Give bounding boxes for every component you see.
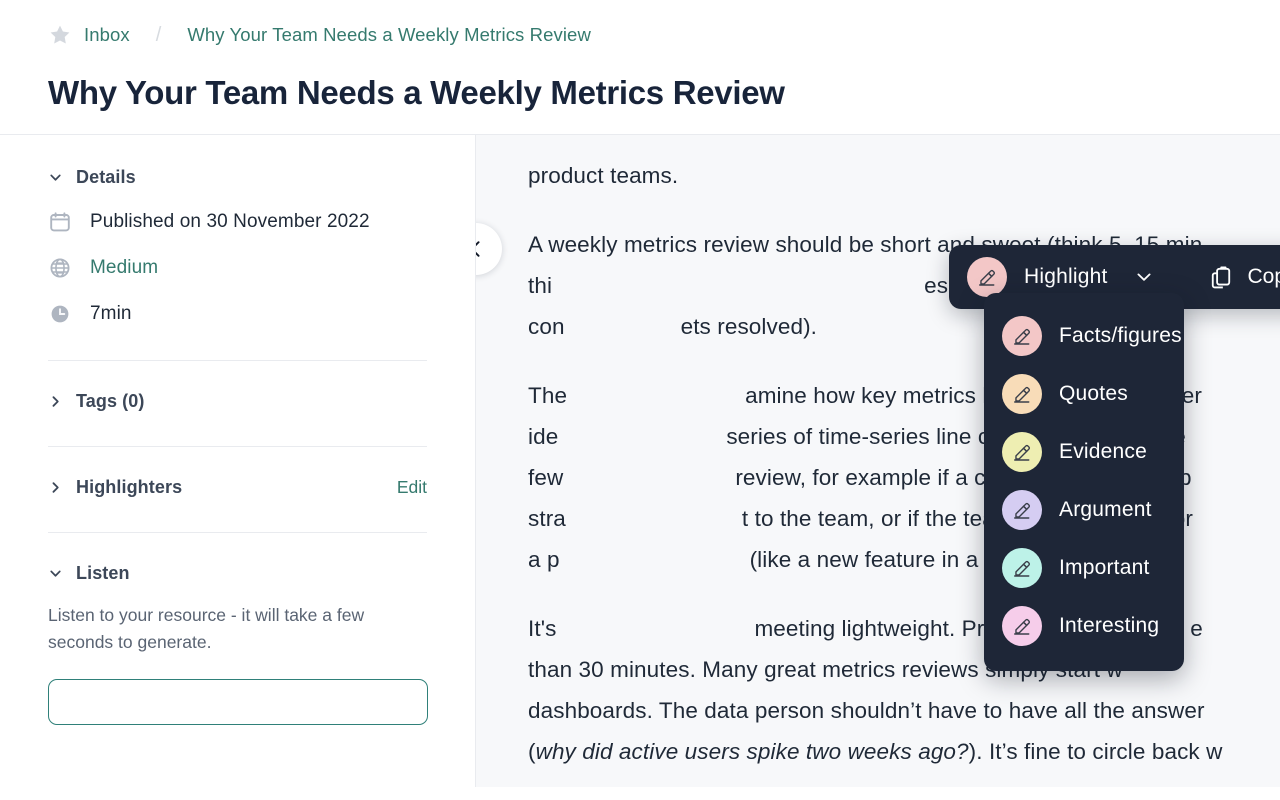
meta-row-source[interactable]: Medium <box>48 256 427 280</box>
read-time: 7min <box>90 302 132 324</box>
globe-icon <box>48 256 72 280</box>
menu-item-label: Quotes <box>1059 381 1128 405</box>
menu-item-label: Facts/figures <box>1059 323 1182 347</box>
chevron-down-icon <box>48 566 63 581</box>
paragraph-emphasis: why did active users spike two weeks ago… <box>535 738 969 764</box>
details-title: Details <box>76 166 136 187</box>
menu-item-label: Important <box>1059 555 1150 579</box>
breadcrumb-current-link[interactable]: Why Your Team Needs a Weekly Metrics Rev… <box>187 24 591 46</box>
collapse-sidebar-button[interactable] <box>476 222 502 275</box>
highlighter-dropdown-menu: Facts/figures Quotes Evidence Argument I… <box>984 292 1184 671</box>
article-paragraph: product teams. <box>528 162 679 188</box>
sidebar-section-listen[interactable]: Listen <box>48 563 427 584</box>
highlighters-edit-link[interactable]: Edit <box>397 477 427 498</box>
article-content: product teams. A weekly metrics review s… <box>476 134 1280 787</box>
paragraph-text: ). It’s fine to circle back w <box>968 738 1223 764</box>
menu-item-evidence[interactable]: Evidence <box>984 423 1184 481</box>
copy-button[interactable]: Copy <box>1208 264 1280 290</box>
text-highlight-pink[interactable]: A weekly metrics review should be short <box>528 230 931 259</box>
clipboard-icon <box>1211 266 1230 289</box>
chevron-down-icon[interactable] <box>1134 267 1154 287</box>
meta-row-published: Published on 30 November 2022 <box>48 210 427 234</box>
menu-item-label: Interesting <box>1059 613 1160 637</box>
page-header: Inbox / Why Your Team Needs a Weekly Met… <box>0 0 1280 135</box>
menu-item-label: Evidence <box>1059 439 1147 463</box>
highlighter-icon <box>1002 315 1042 356</box>
highlighter-icon <box>1002 431 1042 472</box>
paragraph-text: few <box>528 464 564 490</box>
highlighter-icon <box>1002 489 1042 530</box>
highlighters-title: Highlighters <box>76 476 183 497</box>
sidebar-section-tags[interactable]: Tags (0) <box>48 391 427 412</box>
paragraph-text: thi <box>528 272 553 298</box>
menu-item-facts-figures[interactable]: Facts/figures <box>984 307 1184 365</box>
menu-item-important[interactable]: Important <box>984 539 1184 597</box>
menu-item-argument[interactable]: Argument <box>984 481 1184 539</box>
chevron-right-icon <box>48 480 63 495</box>
breadcrumb: Inbox / Why Your Team Needs a Weekly Met… <box>0 18 1280 52</box>
sidebar: Details Published on 30 November 2022 Me… <box>0 134 476 787</box>
copy-label: Copy <box>1247 264 1280 288</box>
paragraph-text: The <box>528 382 568 408</box>
generate-audio-button[interactable] <box>48 679 428 726</box>
chevron-right-icon <box>48 394 63 409</box>
article-paragraph: (why did active users spike two weeks ag… <box>528 738 1223 764</box>
star-icon[interactable] <box>48 23 72 47</box>
body-split: Details Published on 30 November 2022 Me… <box>0 134 1280 787</box>
sidebar-divider-2 <box>48 445 427 447</box>
sidebar-divider-3 <box>48 531 427 533</box>
chevron-down-icon <box>48 170 63 185</box>
menu-item-interesting[interactable]: Interesting <box>984 597 1184 655</box>
source-name[interactable]: Medium <box>90 257 158 279</box>
details-meta-list: Published on 30 November 2022 Medium 7mi… <box>48 210 427 326</box>
breadcrumb-inbox-link[interactable]: Inbox <box>84 24 130 46</box>
listen-title: Listen <box>76 562 130 583</box>
highlight-label: Highlight <box>1024 264 1108 288</box>
calendar-icon <box>48 210 72 234</box>
paragraph-text: It's <box>528 615 557 641</box>
paragraph-text: stra <box>528 505 566 531</box>
meta-row-readtime: 7min <box>48 302 427 326</box>
menu-item-quotes[interactable]: Quotes <box>984 365 1184 423</box>
paragraph-text: a p <box>528 546 560 572</box>
highlighter-icon <box>1002 547 1042 588</box>
article-paragraph: dashboards. The data person shouldn’t ha… <box>528 697 1205 723</box>
sidebar-divider-1 <box>48 359 427 361</box>
listen-description: Listen to your resource - it will take a… <box>48 604 365 652</box>
clock-icon <box>48 302 72 326</box>
chevron-left-icon <box>476 241 480 257</box>
app-root: Inbox / Why Your Team Needs a Weekly Met… <box>0 0 1280 800</box>
highlighter-icon <box>1002 373 1042 414</box>
menu-item-label: Argument <box>1059 497 1152 521</box>
paragraph-text: ets resolved). <box>680 313 818 339</box>
tags-title: Tags (0) <box>76 390 145 411</box>
sidebar-section-details[interactable]: Details <box>48 167 427 188</box>
published-date: Published on 30 November 2022 <box>90 210 370 232</box>
paragraph-text: con <box>528 313 565 339</box>
highlighter-icon[interactable] <box>967 256 1007 297</box>
breadcrumb-separator: / <box>155 23 162 46</box>
paragraph-text: ide <box>528 423 559 449</box>
page-title: Why Your Team Needs a Weekly Metrics Rev… <box>48 74 785 111</box>
highlighter-icon <box>1002 605 1042 646</box>
sidebar-section-highlighters[interactable]: Highlighters Edit <box>48 477 427 498</box>
